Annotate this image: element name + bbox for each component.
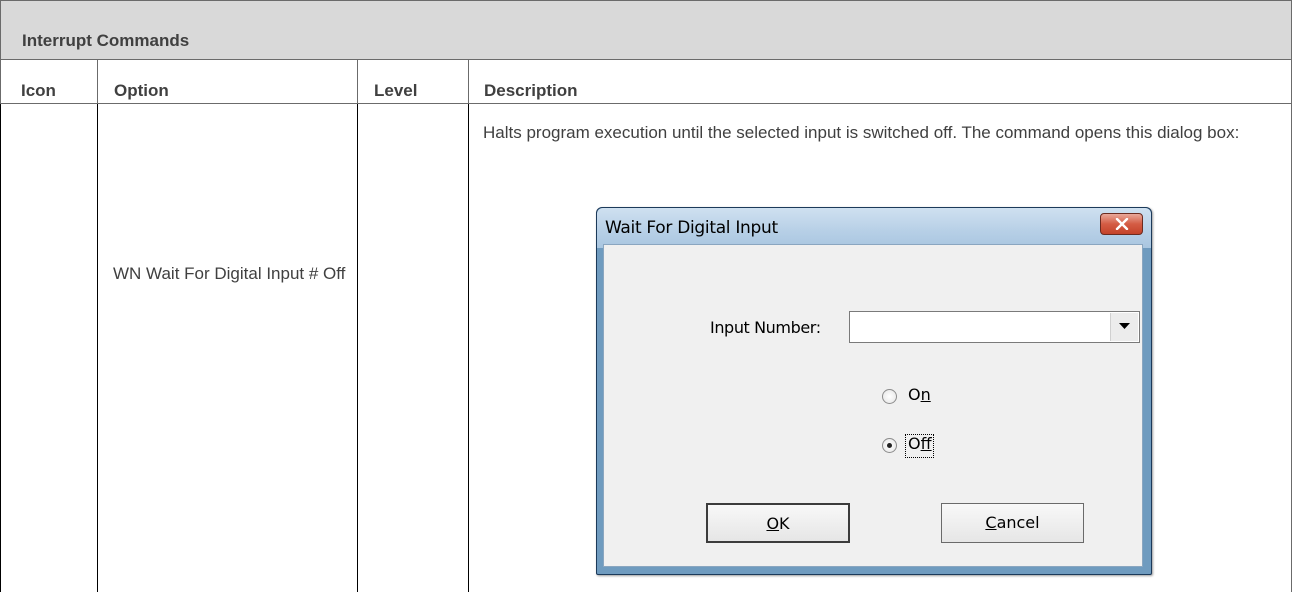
column-divider bbox=[97, 104, 98, 592]
input-number-dropdown[interactable] bbox=[849, 311, 1140, 343]
dialog-title: Wait For Digital Input bbox=[605, 218, 778, 238]
radio-selected-dot bbox=[887, 443, 892, 448]
chevron-down-icon bbox=[1119, 323, 1130, 329]
column-header-description: Description bbox=[484, 81, 578, 100]
column-divider bbox=[97, 60, 98, 104]
radio-off-label[interactable]: Off bbox=[908, 434, 932, 453]
column-header-level: Level bbox=[374, 81, 418, 100]
option-cell: WN Wait For Digital Input # Off bbox=[113, 264, 346, 283]
column-divider bbox=[468, 60, 469, 104]
section-header: Interrupt Commands bbox=[0, 0, 1292, 60]
dialog-titlebar[interactable]: Wait For Digital Input bbox=[597, 208, 1151, 248]
input-number-label: Input Number: bbox=[710, 318, 821, 337]
close-button[interactable] bbox=[1100, 213, 1143, 235]
column-header-row: Icon Option Level Description bbox=[0, 60, 1292, 104]
close-icon bbox=[1115, 218, 1129, 230]
radio-on-label[interactable]: On bbox=[908, 385, 931, 404]
column-divider bbox=[468, 104, 469, 592]
column-divider bbox=[357, 60, 358, 104]
column-header-option: Option bbox=[114, 81, 169, 100]
ok-button[interactable]: OK bbox=[706, 503, 850, 543]
dropdown-button[interactable] bbox=[1110, 313, 1138, 341]
section-title: Interrupt Commands bbox=[22, 31, 190, 50]
radio-off[interactable] bbox=[882, 438, 897, 453]
cancel-button[interactable]: Cancel bbox=[941, 503, 1084, 543]
description-cell: Halts program execution until the select… bbox=[483, 123, 1240, 142]
column-header-icon: Icon bbox=[21, 81, 56, 100]
radio-on[interactable] bbox=[882, 389, 897, 404]
column-divider bbox=[357, 104, 358, 592]
